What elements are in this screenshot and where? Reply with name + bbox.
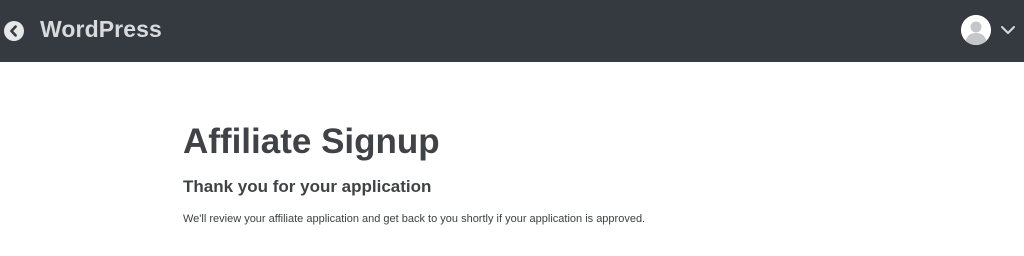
chevron-down-icon[interactable] — [1000, 25, 1016, 35]
top-bar: WordPress — [0, 0, 1024, 62]
back-icon[interactable] — [4, 21, 24, 41]
chevron-left-circle-icon — [10, 25, 17, 37]
user-avatar-icon[interactable] — [961, 15, 991, 45]
page-title: Affiliate Signup — [183, 122, 440, 161]
main-content: Affiliate Signup Thank you for your appl… — [183, 120, 943, 227]
confirmation-message: We'll review your affiliate application … — [183, 213, 646, 225]
site-brand[interactable]: WordPress — [40, 14, 162, 44]
user-menu[interactable] — [961, 14, 1016, 46]
confirmation-heading: Thank you for your application — [183, 177, 432, 196]
